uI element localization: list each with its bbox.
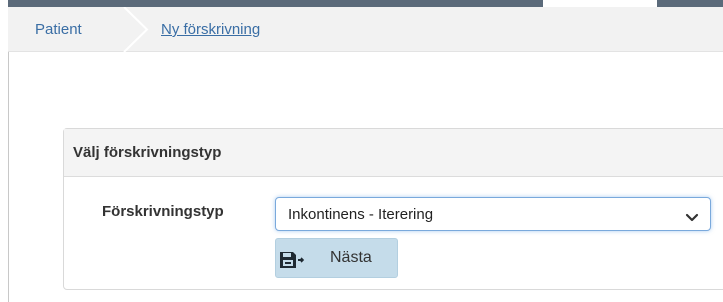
chevron-down-icon	[685, 210, 699, 228]
prescription-type-select[interactable]: Inkontinens - Iterering	[275, 197, 711, 231]
panel-title: Välj förskrivningstyp	[73, 144, 222, 161]
prescription-type-label: Förskrivningstyp	[102, 203, 224, 220]
breadcrumb-patient[interactable]: Patient	[35, 21, 82, 38]
chevron-right-icon	[121, 6, 151, 57]
breadcrumb: Patient Ny förskrivning	[8, 6, 723, 53]
top-bar-left	[8, 0, 543, 7]
select-value: Inkontinens - Iterering	[288, 206, 434, 223]
next-button-label: Nästa	[330, 249, 372, 266]
left-divider	[8, 52, 9, 302]
breadcrumb-current[interactable]: Ny förskrivning	[161, 21, 260, 38]
next-button[interactable]: Nästa	[275, 238, 398, 278]
top-bar-right	[657, 0, 723, 7]
panel-header: Välj förskrivningstyp	[64, 129, 723, 177]
prescription-type-panel: Välj förskrivningstyp Förskrivningstyp I…	[63, 128, 723, 290]
save-arrow-icon	[279, 250, 305, 275]
